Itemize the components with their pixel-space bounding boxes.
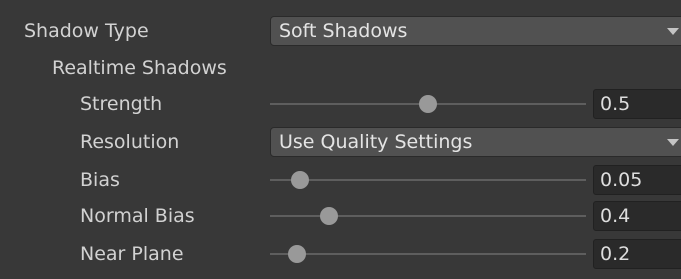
bias-slider[interactable] (270, 170, 586, 190)
near-plane-input[interactable]: 0.2 (593, 239, 681, 269)
shadow-type-dropdown[interactable]: Soft Shadows (270, 16, 681, 46)
bias-row: Bias 0.05 (0, 162, 681, 198)
strength-input[interactable]: 0.5 (593, 89, 681, 119)
shadow-settings-panel: Shadow Type Soft Shadows Realtime Shadow… (0, 0, 681, 279)
chevron-down-icon (667, 139, 679, 146)
near-plane-slider-track (270, 253, 586, 255)
near-plane-slider[interactable] (270, 244, 586, 264)
resolution-label: Resolution (80, 131, 180, 153)
normal-bias-row: Normal Bias 0.4 (0, 198, 681, 234)
bias-input[interactable]: 0.05 (593, 165, 681, 195)
strength-slider[interactable] (270, 94, 586, 114)
realtime-shadows-row: Realtime Shadows (0, 50, 681, 86)
bias-label: Bias (80, 169, 120, 191)
normal-bias-label: Normal Bias (80, 205, 195, 227)
resolution-row: Resolution Use Quality Settings (0, 124, 681, 160)
bias-slider-thumb[interactable] (291, 171, 310, 189)
normal-bias-input[interactable]: 0.4 (593, 201, 681, 231)
resolution-dropdown[interactable]: Use Quality Settings (270, 127, 681, 157)
normal-bias-slider-track (270, 215, 586, 217)
shadow-type-row: Shadow Type Soft Shadows (0, 13, 681, 49)
near-plane-label: Near Plane (80, 243, 184, 265)
realtime-shadows-header: Realtime Shadows (52, 57, 227, 79)
near-plane-row: Near Plane 0.2 (0, 236, 681, 272)
shadow-type-value: Soft Shadows (279, 20, 408, 42)
bias-slider-track (270, 179, 586, 181)
near-plane-slider-thumb[interactable] (288, 245, 307, 263)
normal-bias-slider[interactable] (270, 206, 586, 226)
resolution-value: Use Quality Settings (279, 131, 473, 153)
strength-row: Strength 0.5 (0, 86, 681, 122)
strength-slider-thumb[interactable] (419, 95, 437, 113)
shadow-type-label: Shadow Type (24, 20, 149, 42)
chevron-down-icon (667, 28, 679, 35)
normal-bias-slider-thumb[interactable] (319, 207, 338, 225)
strength-label: Strength (80, 93, 163, 115)
